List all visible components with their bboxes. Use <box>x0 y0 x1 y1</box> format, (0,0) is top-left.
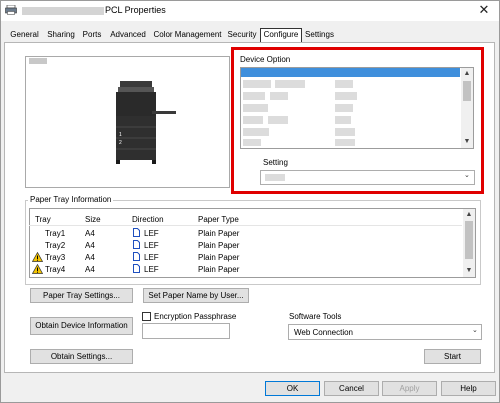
scroll-thumb[interactable] <box>463 81 471 101</box>
warning-icon <box>31 251 44 262</box>
tray-name[interactable]: Tray2 <box>45 241 65 250</box>
redacted-option-name <box>243 92 265 100</box>
page-icon <box>133 252 140 261</box>
scroll-down-icon[interactable]: ▼ <box>461 137 473 147</box>
svg-text:2: 2 <box>119 140 122 146</box>
column-header-tray[interactable]: Tray <box>35 215 51 224</box>
tab-color-management[interactable]: Color Management <box>151 29 224 42</box>
redacted-option-value <box>335 104 353 112</box>
tray-direction: LEF <box>144 253 159 262</box>
device-option-label: Device Option <box>240 55 291 64</box>
tray-size: A4 <box>85 241 95 250</box>
start-button[interactable]: Start <box>424 349 481 364</box>
scroll-up-icon[interactable]: ▲ <box>461 69 473 79</box>
redacted-option-value <box>335 139 355 146</box>
header-divider <box>29 225 462 226</box>
column-header-size[interactable]: Size <box>85 215 101 224</box>
encryption-passphrase-label: Encryption Passphrase <box>154 312 237 321</box>
svg-text:1: 1 <box>119 132 122 138</box>
set-paper-name-button[interactable]: Set Paper Name by User... <box>143 288 249 303</box>
tray-paper-type: Plain Paper <box>198 241 240 250</box>
tray-paper-type: Plain Paper <box>198 229 240 238</box>
encryption-passphrase-checkbox[interactable] <box>142 312 151 321</box>
chevron-down-icon[interactable]: ⌄ <box>464 171 470 179</box>
tab-ports[interactable]: Ports <box>79 29 105 42</box>
tray-paper-type: Plain Paper <box>198 265 240 274</box>
redacted-option-value <box>335 92 357 100</box>
page-icon <box>133 240 140 249</box>
redacted-option-value <box>335 128 355 136</box>
printer-illustration: 1 2 <box>110 81 180 165</box>
redacted-option-name <box>243 104 268 112</box>
chevron-down-icon[interactable]: ⌄ <box>472 326 478 334</box>
obtain-settings-button[interactable]: Obtain Settings... <box>30 349 133 364</box>
page-icon <box>133 264 140 273</box>
tray-direction: LEF <box>144 229 159 238</box>
paper-tray-group-label: Paper Tray Information <box>28 195 114 204</box>
redacted-option-name <box>243 116 263 124</box>
redacted-model-label <box>29 58 47 64</box>
redacted-option-name <box>270 92 288 100</box>
scroll-down-icon[interactable]: ▼ <box>463 266 475 276</box>
tray-direction: LEF <box>144 241 159 250</box>
software-tools-label: Software Tools <box>289 312 342 321</box>
software-tools-selected: Web Connection <box>294 328 353 337</box>
encryption-passphrase-input[interactable] <box>142 323 230 339</box>
redacted-option-name <box>243 139 261 146</box>
apply-button[interactable]: Apply <box>382 381 437 396</box>
tab-sharing[interactable]: Sharing <box>44 29 78 42</box>
tab-configure[interactable]: Configure <box>260 28 302 43</box>
tray-size: A4 <box>85 253 95 262</box>
column-header-paper-type[interactable]: Paper Type <box>198 215 239 224</box>
tray-name[interactable]: Tray1 <box>45 229 65 238</box>
column-header-direction[interactable]: Direction <box>132 215 164 224</box>
tab-general[interactable]: General <box>6 29 43 42</box>
tray-paper-type: Plain Paper <box>198 253 240 262</box>
setting-label: Setting <box>263 158 288 167</box>
scroll-thumb[interactable] <box>465 221 473 259</box>
printer-icon <box>5 4 17 15</box>
warning-icon <box>31 263 44 274</box>
redacted-option-value <box>335 80 353 88</box>
window-title: PCL Properties <box>22 5 166 15</box>
tray-direction: LEF <box>144 265 159 274</box>
device-option-selected-row[interactable] <box>241 68 460 77</box>
paper-tray-settings-button[interactable]: Paper Tray Settings... <box>30 288 133 303</box>
tray-size: A4 <box>85 229 95 238</box>
help-button[interactable]: Help <box>441 381 496 396</box>
tab-advanced[interactable]: Advanced <box>107 29 149 42</box>
tab-settings[interactable]: Settings <box>303 29 336 42</box>
redacted-setting-value <box>265 174 285 181</box>
redacted-option-name <box>243 128 269 136</box>
obtain-device-information-button[interactable]: Obtain Device Information <box>30 317 133 335</box>
redacted-option-name <box>243 80 271 88</box>
close-button[interactable]: ✕ <box>474 2 494 18</box>
ok-button[interactable]: OK <box>265 381 320 396</box>
tray-name[interactable]: Tray3 <box>45 253 65 262</box>
tab-security[interactable]: Security <box>225 29 259 42</box>
redacted-printer-name <box>22 6 104 15</box>
redacted-option-name <box>268 116 288 124</box>
setting-dropdown[interactable] <box>260 170 475 185</box>
tray-name[interactable]: Tray4 <box>45 265 65 274</box>
page-icon <box>133 228 140 237</box>
tray-size: A4 <box>85 265 95 274</box>
scroll-up-icon[interactable]: ▲ <box>463 210 475 220</box>
redacted-option-value <box>335 116 351 124</box>
redacted-option-name <box>275 80 305 88</box>
cancel-button[interactable]: Cancel <box>324 381 379 396</box>
window-title-text: PCL Properties <box>105 5 166 15</box>
device-option-scrollbar[interactable] <box>461 68 473 148</box>
